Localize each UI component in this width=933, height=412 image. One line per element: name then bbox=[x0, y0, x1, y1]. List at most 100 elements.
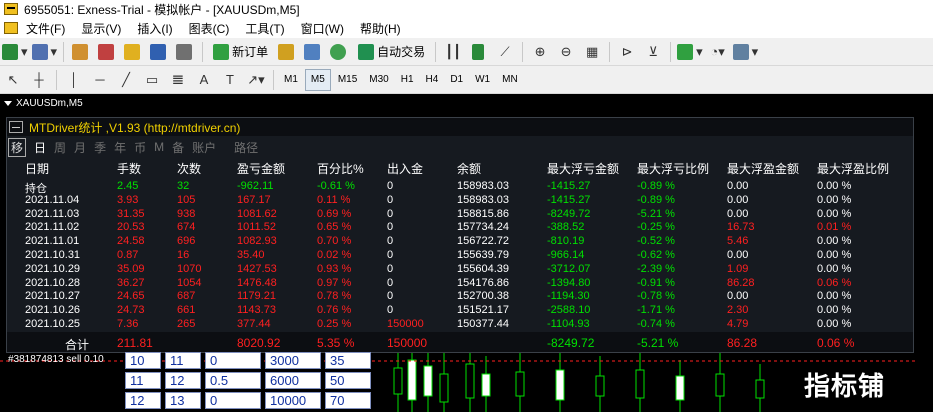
stats-cell: 0 bbox=[387, 262, 394, 275]
tab-year[interactable]: 年 bbox=[114, 139, 126, 156]
mdi-window-icon[interactable] bbox=[4, 22, 18, 34]
community-icon[interactable] bbox=[302, 41, 324, 63]
grid-input-cell[interactable]: 3000 bbox=[265, 352, 321, 369]
indicators-icon[interactable]: ▾ bbox=[677, 41, 703, 63]
toolbar-separator bbox=[63, 41, 65, 62]
stats-cell: 2021.10.26 bbox=[25, 304, 81, 317]
data-window-icon[interactable] bbox=[96, 41, 118, 63]
grid-input-cell[interactable]: 11 bbox=[125, 372, 161, 389]
terminal-icon[interactable] bbox=[148, 41, 170, 63]
tab-quarter[interactable]: 季 bbox=[94, 139, 106, 156]
tile-windows-icon[interactable]: ▦ bbox=[581, 41, 603, 63]
stats-cell: 0 bbox=[387, 276, 394, 289]
grid-input-cell[interactable]: 12 bbox=[125, 392, 161, 409]
vertical-line-icon[interactable]: │ bbox=[63, 69, 85, 91]
stats-cell: 157734.24 bbox=[457, 221, 509, 234]
stats-header-cell: 盈亏金额 bbox=[237, 162, 286, 176]
tab-day[interactable]: 日 bbox=[34, 139, 46, 156]
menu-charts[interactable]: 图表(C) bbox=[189, 20, 240, 37]
grid-input-cell[interactable]: 10 bbox=[125, 352, 161, 369]
menu-file[interactable]: 文件(F) bbox=[26, 20, 75, 37]
timeframe-h4[interactable]: H4 bbox=[421, 69, 444, 91]
stats-cell: 24.58 bbox=[117, 235, 145, 248]
grid-input-cell[interactable]: 10000 bbox=[265, 392, 321, 409]
channel-icon[interactable]: ▭ bbox=[141, 69, 163, 91]
stats-total-cell: 0.06 % bbox=[817, 336, 855, 350]
stats-cell: 0.87 bbox=[117, 249, 139, 261]
tab-move[interactable]: 移 bbox=[8, 137, 27, 157]
grid-input-cell[interactable]: 12 bbox=[165, 372, 201, 389]
minimize-icon[interactable] bbox=[9, 121, 23, 133]
trendline-icon[interactable]: ╱ bbox=[115, 69, 137, 91]
fibonacci-icon[interactable]: 𝌆 bbox=[167, 69, 189, 91]
stats-cell: 155639.79 bbox=[457, 249, 509, 261]
timeframe-mn[interactable]: MN bbox=[497, 69, 523, 91]
zoom-out-icon[interactable]: ⊖ bbox=[555, 41, 577, 63]
timeframe-h1[interactable]: H1 bbox=[396, 69, 419, 91]
grid-input-cell[interactable]: 11 bbox=[165, 352, 201, 369]
tab-note[interactable]: 备 bbox=[172, 139, 184, 156]
text-tool-icon[interactable]: A bbox=[193, 69, 215, 91]
grid-input-cell[interactable]: 35 bbox=[325, 352, 371, 369]
auto-trading-button[interactable]: 自动交易 bbox=[354, 41, 429, 63]
profiles-icon[interactable]: ▾ bbox=[31, 41, 57, 63]
market-watch-icon[interactable] bbox=[70, 41, 92, 63]
stats-cell: 0.25 % bbox=[317, 318, 352, 330]
grid-input-cell[interactable]: 50 bbox=[325, 372, 371, 389]
candlestick-icon[interactable] bbox=[468, 41, 490, 63]
chart-window[interactable]: XAUUSDm,M5 #381874813 sell 0.10 MTDriver… bbox=[0, 94, 933, 412]
grid-input-cell[interactable]: 0.5 bbox=[205, 372, 261, 389]
zoom-in-icon[interactable]: ⊕ bbox=[529, 41, 551, 63]
text-label-icon[interactable]: T bbox=[219, 69, 241, 91]
timeframe-m30[interactable]: M30 bbox=[364, 69, 393, 91]
tab-path[interactable]: 路径 bbox=[234, 139, 258, 156]
navigator-icon[interactable] bbox=[122, 41, 144, 63]
timeframe-m15[interactable]: M15 bbox=[333, 69, 362, 91]
templates-icon[interactable]: ▾ bbox=[732, 41, 758, 63]
cursor-icon[interactable]: ↖ bbox=[2, 69, 24, 91]
timeframe-w1[interactable]: W1 bbox=[470, 69, 495, 91]
stats-total-cell: 5.35 % bbox=[317, 336, 355, 350]
new-chart-icon[interactable]: ▾ bbox=[2, 41, 28, 63]
grid-input-cell[interactable]: 13 bbox=[165, 392, 201, 409]
grid-input-cell[interactable]: 70 bbox=[325, 392, 371, 409]
metaeditor-icon[interactable] bbox=[276, 41, 298, 63]
timeframe-m5[interactable]: M5 bbox=[304, 68, 331, 91]
signal-icon[interactable] bbox=[328, 41, 350, 63]
stats-cell: 661 bbox=[177, 304, 196, 317]
tab-currency[interactable]: 币 bbox=[134, 139, 146, 156]
stats-cell: 1054 bbox=[177, 276, 202, 289]
bar-chart-icon[interactable]: ┃┃ bbox=[442, 41, 464, 63]
arrow-tool-icon[interactable]: ↗▾ bbox=[245, 69, 267, 91]
line-chart-icon[interactable]: ⟋ bbox=[494, 41, 516, 63]
tab-magic[interactable]: M bbox=[154, 140, 164, 154]
menu-view[interactable]: 显示(V) bbox=[81, 20, 131, 37]
grid-input-cell[interactable]: 6000 bbox=[265, 372, 321, 389]
menu-window[interactable]: 窗口(W) bbox=[301, 20, 354, 37]
chart-shift-icon[interactable]: ⊳ bbox=[616, 41, 638, 63]
crosshair-icon[interactable]: ┼ bbox=[28, 69, 50, 91]
tab-month[interactable]: 月 bbox=[74, 139, 86, 156]
stats-cell: 2.45 bbox=[117, 180, 139, 192]
stats-cell: -0.89 % bbox=[637, 193, 675, 206]
tab-week[interactable]: 周 bbox=[54, 139, 66, 156]
stats-cell: 1081.62 bbox=[237, 207, 277, 220]
periods-icon[interactable]: ◔▾ bbox=[707, 41, 729, 63]
timeframe-d1[interactable]: D1 bbox=[445, 69, 468, 91]
menu-help[interactable]: 帮助(H) bbox=[360, 20, 411, 37]
new-order-button[interactable]: 新订单 bbox=[209, 41, 272, 63]
menu-tools[interactable]: 工具(T) bbox=[245, 20, 294, 37]
grid-input-cell[interactable]: 0 bbox=[205, 352, 261, 369]
stats-cell: 24.73 bbox=[117, 304, 145, 317]
grid-input-cell[interactable]: 0 bbox=[205, 392, 261, 409]
stats-cell: 687 bbox=[177, 290, 196, 303]
timeframe-m1[interactable]: M1 bbox=[279, 69, 303, 91]
stats-cell: 4.79 bbox=[727, 318, 749, 330]
tab-account[interactable]: 账户 bbox=[192, 139, 216, 156]
strategy-tester-icon[interactable] bbox=[174, 41, 196, 63]
menu-insert[interactable]: 插入(I) bbox=[137, 20, 182, 37]
stats-cell: 2021.11.04 bbox=[25, 193, 80, 206]
horizontal-line-icon[interactable]: ─ bbox=[89, 69, 111, 91]
auto-scroll-icon[interactable]: ⊻ bbox=[642, 41, 664, 63]
stats-cell: 0.11 % bbox=[317, 193, 351, 206]
